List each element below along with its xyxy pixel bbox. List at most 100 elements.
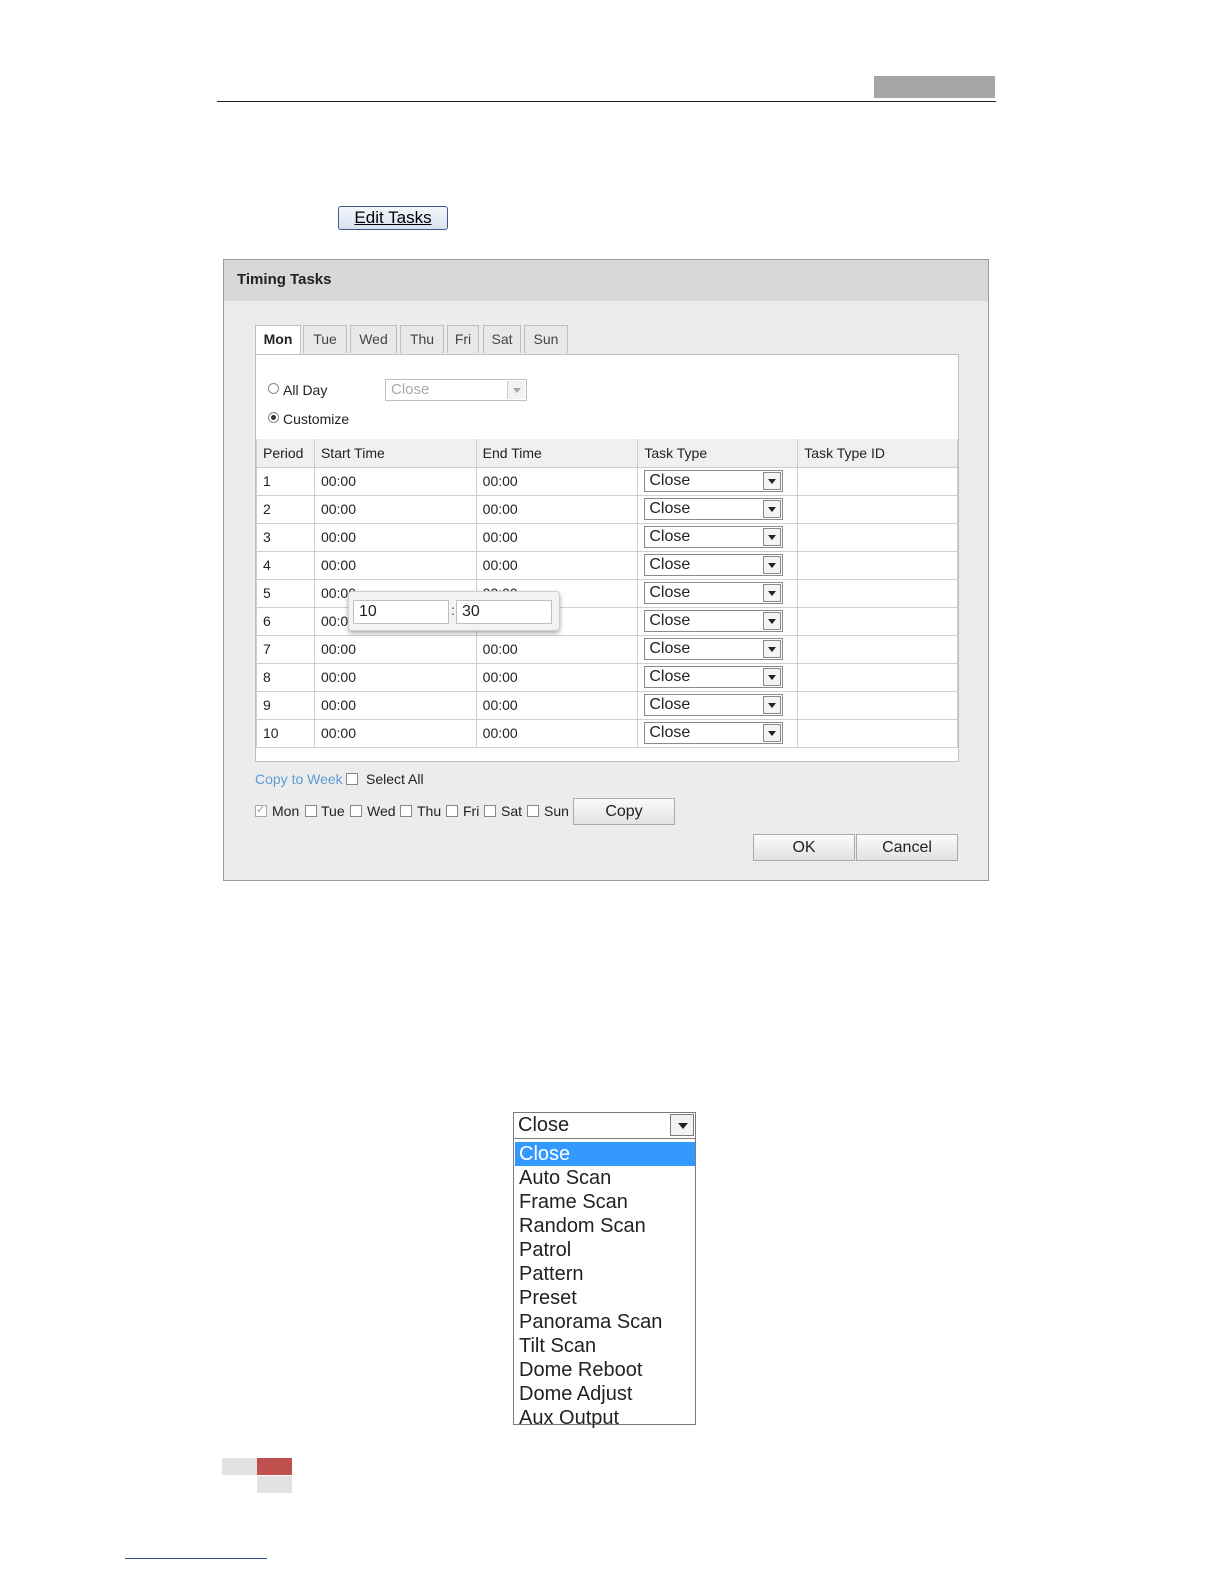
end-time-cell[interactable]: 00:00 [475, 634, 639, 664]
chevron-down-icon[interactable] [763, 584, 782, 602]
chevron-down-icon[interactable] [763, 472, 782, 490]
end-time-cell[interactable]: 00:00 [475, 690, 639, 720]
task-type-select[interactable]: Close [644, 694, 784, 716]
tab-tue[interactable]: Tue [303, 325, 347, 353]
end-time-cell[interactable]: 00:00 [475, 718, 639, 748]
chevron-down-icon[interactable] [763, 612, 782, 630]
period-cell: 1 [256, 466, 315, 496]
option-pattern[interactable]: Pattern [515, 1262, 695, 1286]
start-time-cell[interactable]: 00:00 [313, 494, 477, 524]
task-type-select[interactable]: Close [644, 638, 784, 660]
option-auto-scan[interactable]: Auto Scan [515, 1166, 695, 1190]
table-row: 1 00:00 00:00 Close [256, 466, 958, 496]
option-preset[interactable]: Preset [515, 1286, 695, 1310]
tab-thu[interactable]: Thu [400, 325, 444, 353]
start-time-cell[interactable]: 00:00 [313, 662, 477, 692]
task-type-select[interactable]: Close [644, 498, 784, 520]
chevron-down-icon[interactable] [670, 1114, 694, 1136]
copy-sat-checkbox[interactable] [484, 805, 496, 817]
task-type-id-cell [797, 550, 958, 580]
task-type-value: Close [649, 528, 691, 545]
end-time-cell[interactable]: 00:00 [475, 522, 639, 552]
copy-to-week-link[interactable]: Copy to Week [255, 771, 343, 787]
task-type-select[interactable]: Close [644, 610, 784, 632]
tab-sun[interactable]: Sun [524, 325, 568, 353]
option-dome-reboot[interactable]: Dome Reboot [515, 1358, 695, 1382]
option-aux-output[interactable]: Aux Output [515, 1406, 695, 1430]
chevron-down-icon[interactable] [763, 556, 782, 574]
task-type-cell: Close [637, 522, 799, 552]
start-time-cell[interactable]: 00:00 [313, 522, 477, 552]
task-type-select[interactable]: Close [644, 666, 784, 688]
end-time-cell[interactable]: 00:00 [475, 550, 639, 580]
select-all-checkbox[interactable] [346, 773, 358, 785]
start-time-cell[interactable]: 00:00 [313, 634, 477, 664]
cancel-button[interactable]: Cancel [856, 834, 958, 861]
select-all-label: Select All [366, 771, 424, 787]
tab-wed[interactable]: Wed [350, 325, 397, 353]
copy-mon-label: Mon [272, 803, 300, 819]
footer-block-grey [222, 1458, 257, 1475]
option-random-scan[interactable]: Random Scan [515, 1214, 695, 1238]
copy-sun-checkbox[interactable] [527, 805, 539, 817]
copy-tue-checkbox[interactable] [305, 805, 317, 817]
option-tilt-scan[interactable]: Tilt Scan [515, 1334, 695, 1358]
hour-input[interactable]: 10 [353, 600, 449, 624]
table-row: 3 00:00 00:00 Close [256, 522, 958, 552]
copy-fri-checkbox[interactable] [446, 805, 458, 817]
task-type-select[interactable]: Close [644, 554, 784, 576]
customize-label: Customize [283, 411, 350, 427]
period-cell: 5 [256, 578, 315, 608]
task-type-value: Close [649, 724, 691, 741]
start-time-cell[interactable]: 00:00 [313, 466, 477, 496]
chevron-down-icon[interactable] [763, 696, 782, 714]
task-type-select[interactable]: Close [644, 470, 784, 492]
task-type-value: Close [649, 556, 691, 573]
task-type-id-cell [797, 634, 958, 664]
copy-thu-label: Thu [417, 803, 442, 819]
task-type-select[interactable]: Close [644, 722, 784, 744]
all-day-radio[interactable] [268, 383, 279, 394]
start-time-cell[interactable]: 00:00 [313, 718, 477, 748]
minute-input[interactable]: 30 [456, 600, 552, 624]
option-dome-adjust[interactable]: Dome Adjust [515, 1382, 695, 1406]
start-time-cell[interactable]: 00:00 [313, 550, 477, 580]
chevron-down-icon[interactable] [763, 724, 782, 742]
table-row: 10 00:00 00:00 Close [256, 718, 958, 748]
copy-button[interactable]: Copy [573, 798, 675, 825]
chevron-down-icon[interactable] [763, 500, 782, 518]
option-patrol[interactable]: Patrol [515, 1238, 695, 1262]
chevron-down-icon[interactable] [763, 640, 782, 658]
start-time-cell[interactable]: 00:00 [313, 690, 477, 720]
copy-wed-checkbox[interactable] [350, 805, 362, 817]
tab-fri[interactable]: Fri [447, 325, 479, 353]
footer-block-red [257, 1458, 292, 1475]
option-frame-scan[interactable]: Frame Scan [515, 1190, 695, 1214]
task-type-id-cell [797, 606, 958, 636]
col-task-type-id: Task Type ID [797, 439, 958, 468]
option-panorama-scan[interactable]: Panorama Scan [515, 1310, 695, 1334]
copy-thu-checkbox[interactable] [400, 805, 412, 817]
table-row: 9 00:00 00:00 Close [256, 690, 958, 720]
end-time-cell[interactable]: 00:00 [475, 466, 639, 496]
tab-sat[interactable]: Sat [483, 325, 521, 353]
task-type-dropdown[interactable]: Close Close Auto Scan Frame Scan Random … [513, 1112, 696, 1429]
option-close[interactable]: Close [515, 1142, 695, 1166]
tab-mon[interactable]: Mon [255, 325, 301, 355]
customize-radio[interactable] [268, 412, 279, 423]
period-cell: 7 [256, 634, 315, 664]
task-type-cell: Close [637, 494, 799, 524]
chevron-down-icon[interactable] [763, 668, 782, 686]
dropdown-current[interactable]: Close [514, 1113, 695, 1139]
copy-mon-checkbox[interactable] [255, 803, 267, 817]
edit-tasks-button[interactable]: Edit Tasks [338, 206, 448, 230]
task-type-select[interactable]: Close [644, 526, 784, 548]
end-time-cell[interactable]: 00:00 [475, 662, 639, 692]
chevron-down-icon[interactable] [763, 528, 782, 546]
ok-button[interactable]: OK [753, 834, 855, 861]
task-type-select[interactable]: Close [644, 582, 784, 604]
task-type-value: Close [649, 472, 691, 489]
end-time-cell[interactable]: 00:00 [475, 494, 639, 524]
task-type-value: Close [649, 640, 691, 657]
task-type-value: Close [649, 668, 691, 685]
